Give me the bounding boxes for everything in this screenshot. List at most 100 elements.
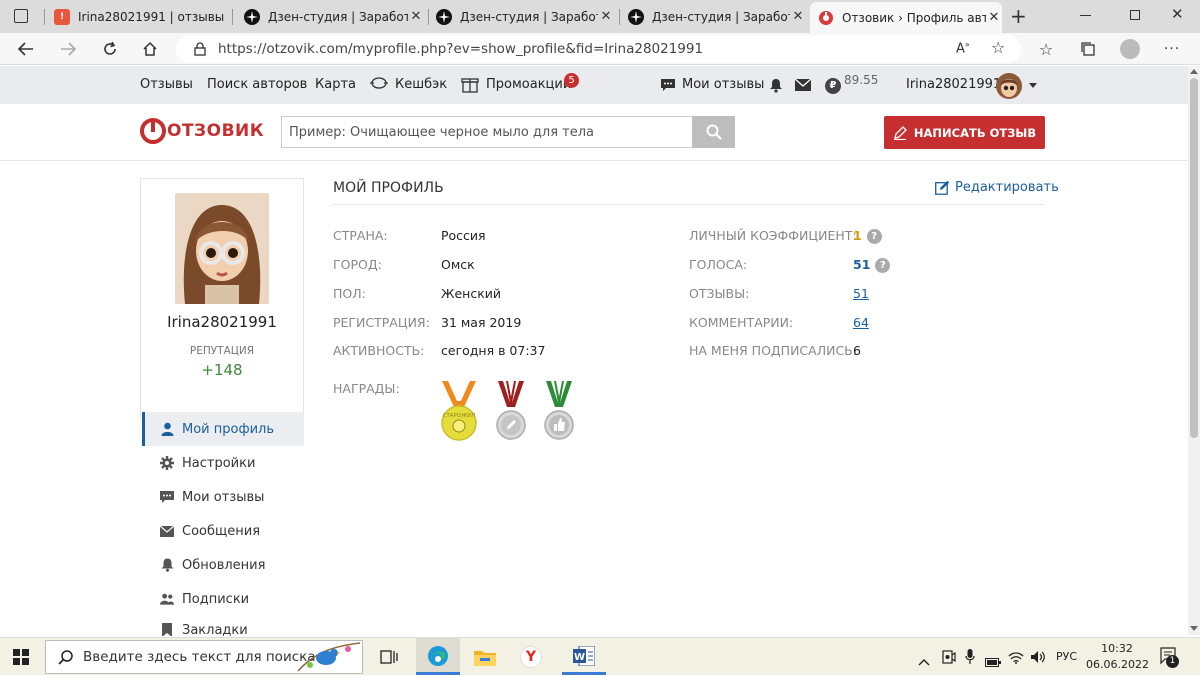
volume-icon[interactable] bbox=[1030, 649, 1046, 668]
help-icon[interactable]: ? bbox=[875, 258, 891, 273]
close-icon[interactable]: ✕ bbox=[790, 9, 806, 24]
back-arrow-icon[interactable] bbox=[16, 39, 36, 59]
sidebar-item-messages[interactable]: Сообщения bbox=[142, 514, 304, 548]
tab-4[interactable]: Дзен-студия | Заработок ✕ bbox=[628, 0, 806, 33]
sidebar-item-label: Мои отзывы bbox=[182, 489, 265, 505]
sidebar-item-label: Подписки bbox=[182, 591, 250, 607]
otzovik-icon: ! bbox=[54, 8, 70, 25]
forward-arrow-icon[interactable] bbox=[58, 39, 78, 59]
chevron-down-icon[interactable] bbox=[1029, 83, 1037, 88]
nav-map-link[interactable]: Карта bbox=[315, 77, 356, 92]
sidebar-username: Irina28021991 bbox=[167, 313, 277, 331]
search-button[interactable] bbox=[692, 116, 735, 148]
favorites-icon[interactable]: ☆ bbox=[1036, 39, 1056, 59]
favorite-add-icon[interactable]: ☆ bbox=[991, 38, 1005, 57]
sidebar-item-subscriptions[interactable]: Подписки bbox=[142, 582, 304, 616]
restore-button[interactable] bbox=[1130, 10, 1140, 20]
scroll-down-arrow[interactable] bbox=[1190, 626, 1198, 631]
user-avatar-small[interactable] bbox=[996, 73, 1022, 99]
sidebar-item-label: Мой профиль bbox=[182, 421, 274, 437]
gift-icon bbox=[461, 75, 479, 97]
close-icon[interactable]: ✕ bbox=[598, 9, 614, 24]
new-tab-button[interactable]: + bbox=[1010, 4, 1027, 28]
minimize-button[interactable] bbox=[1080, 15, 1091, 16]
award-pencil-medal[interactable] bbox=[495, 379, 527, 441]
windows-start-icon[interactable] bbox=[13, 649, 29, 669]
bell-icon[interactable] bbox=[769, 78, 783, 97]
sidebar-item-my-reviews[interactable]: Мои отзывы bbox=[142, 480, 304, 514]
file-explorer-icon[interactable] bbox=[474, 648, 496, 670]
search-icon bbox=[706, 124, 722, 140]
page-scrollbar[interactable] bbox=[1188, 66, 1200, 635]
sidebar-item-bookmarks[interactable]: Закладки bbox=[142, 614, 304, 636]
tray-chevron-up-icon[interactable] bbox=[918, 651, 930, 670]
nav-promo-link[interactable]: Промоакции bbox=[486, 77, 571, 92]
home-icon[interactable] bbox=[140, 39, 160, 59]
nav-my-reviews-link[interactable]: Мои отзывы bbox=[682, 77, 764, 92]
meet-now-icon[interactable] bbox=[942, 649, 956, 668]
write-review-button[interactable]: НАПИСАТЬ ОТЗЫВ bbox=[884, 116, 1045, 149]
sidebar-item-settings[interactable]: Настройки bbox=[142, 446, 304, 480]
username-menu[interactable]: Irina28021991 bbox=[906, 77, 1001, 92]
tab-3[interactable]: Дзен-студия | Заработаем ✕ bbox=[436, 0, 614, 33]
url-text: https://otzovik.com/myprofile.php?ev=sho… bbox=[218, 41, 704, 57]
url-field[interactable]: https://otzovik.com/myprofile.php?ev=sho… bbox=[176, 35, 1021, 63]
tab-1[interactable]: ! Irina28021991 | отзывы bbox=[54, 0, 226, 33]
yandex-browser-icon[interactable]: Y bbox=[520, 646, 542, 668]
help-icon[interactable]: ? bbox=[866, 229, 882, 244]
close-icon[interactable]: ✕ bbox=[408, 9, 424, 24]
browser-tab-bar: ! Irina28021991 | отзывы Дзен-студия | З… bbox=[0, 0, 1200, 33]
award-thumbsup-medal[interactable] bbox=[543, 379, 575, 441]
word-icon[interactable]: W bbox=[562, 638, 606, 675]
clock-time[interactable]: 10:32 bbox=[1093, 642, 1141, 655]
city-value: Омск bbox=[441, 257, 475, 272]
language-indicator[interactable]: РУС bbox=[1056, 650, 1077, 663]
envelope-icon bbox=[160, 524, 174, 538]
close-window-button[interactable]: ✕ bbox=[1171, 5, 1184, 23]
read-aloud-icon[interactable]: A» bbox=[956, 40, 970, 56]
refresh-icon[interactable] bbox=[100, 39, 120, 59]
dzen-icon bbox=[244, 8, 260, 25]
lock-icon[interactable] bbox=[194, 42, 206, 56]
tab-2[interactable]: Дзен-студия | Заработаем ✕ bbox=[244, 0, 424, 33]
reviews-link[interactable]: 51 bbox=[853, 286, 869, 301]
user-avatar-large[interactable] bbox=[175, 193, 269, 304]
more-menu-icon[interactable]: ··· bbox=[1162, 39, 1182, 59]
bookmark-icon bbox=[160, 623, 174, 636]
taskbar-search-input[interactable]: Введите здесь текст для поиска bbox=[45, 640, 363, 674]
nav-cashback-link[interactable]: Кешбэк bbox=[395, 77, 447, 92]
task-view-icon[interactable] bbox=[380, 649, 398, 669]
search-input[interactable]: Пример: Очищающее черное мыло для тела bbox=[281, 116, 692, 148]
comments-link[interactable]: 64 bbox=[853, 315, 869, 330]
notification-count-badge: 1 bbox=[1166, 655, 1179, 668]
coefficient-field: 1? bbox=[853, 228, 882, 244]
clock-date[interactable]: 06.06.2022 bbox=[1086, 658, 1149, 671]
close-icon[interactable]: ✕ bbox=[986, 10, 1002, 25]
sidebar-item-my-profile[interactable]: Мой профиль bbox=[142, 412, 304, 446]
nav-authors-link[interactable]: Поиск авторов bbox=[207, 77, 307, 92]
city-label: ГОРОД: bbox=[333, 257, 382, 272]
tab-5-active[interactable]: Отзовик › Профиль автора ✕ bbox=[810, 2, 1002, 33]
profile-avatar-icon[interactable] bbox=[1120, 39, 1140, 59]
scroll-up-arrow[interactable] bbox=[1190, 69, 1198, 74]
scroll-thumb[interactable] bbox=[1190, 78, 1198, 438]
svg-text:W: W bbox=[574, 652, 585, 663]
tab-title: Дзен-студия | Заработаем bbox=[460, 9, 598, 24]
edit-icon bbox=[935, 180, 950, 195]
edit-profile-link[interactable]: Редактировать bbox=[935, 180, 1059, 195]
nav-reviews-link[interactable]: Отзывы bbox=[140, 77, 193, 92]
sidebar-item-label: Сообщения bbox=[182, 523, 261, 539]
sidebar-item-updates[interactable]: Обновления bbox=[142, 548, 304, 582]
battery-icon[interactable] bbox=[985, 652, 1001, 671]
award-oldtimer-medal[interactable]: СТАРОЖИЛ bbox=[440, 379, 478, 441]
gear-icon bbox=[160, 456, 174, 470]
collections-icon[interactable] bbox=[1078, 39, 1098, 59]
tab-actions-icon[interactable] bbox=[14, 9, 28, 23]
edge-taskbar-icon[interactable] bbox=[416, 638, 460, 675]
chat-icon bbox=[660, 78, 676, 96]
wifi-icon[interactable] bbox=[1008, 649, 1024, 668]
cashback-icon bbox=[370, 75, 388, 95]
envelope-icon[interactable] bbox=[794, 78, 812, 95]
site-logo[interactable]: ОТЗОВИК bbox=[140, 117, 264, 145]
microphone-icon[interactable] bbox=[965, 649, 975, 668]
